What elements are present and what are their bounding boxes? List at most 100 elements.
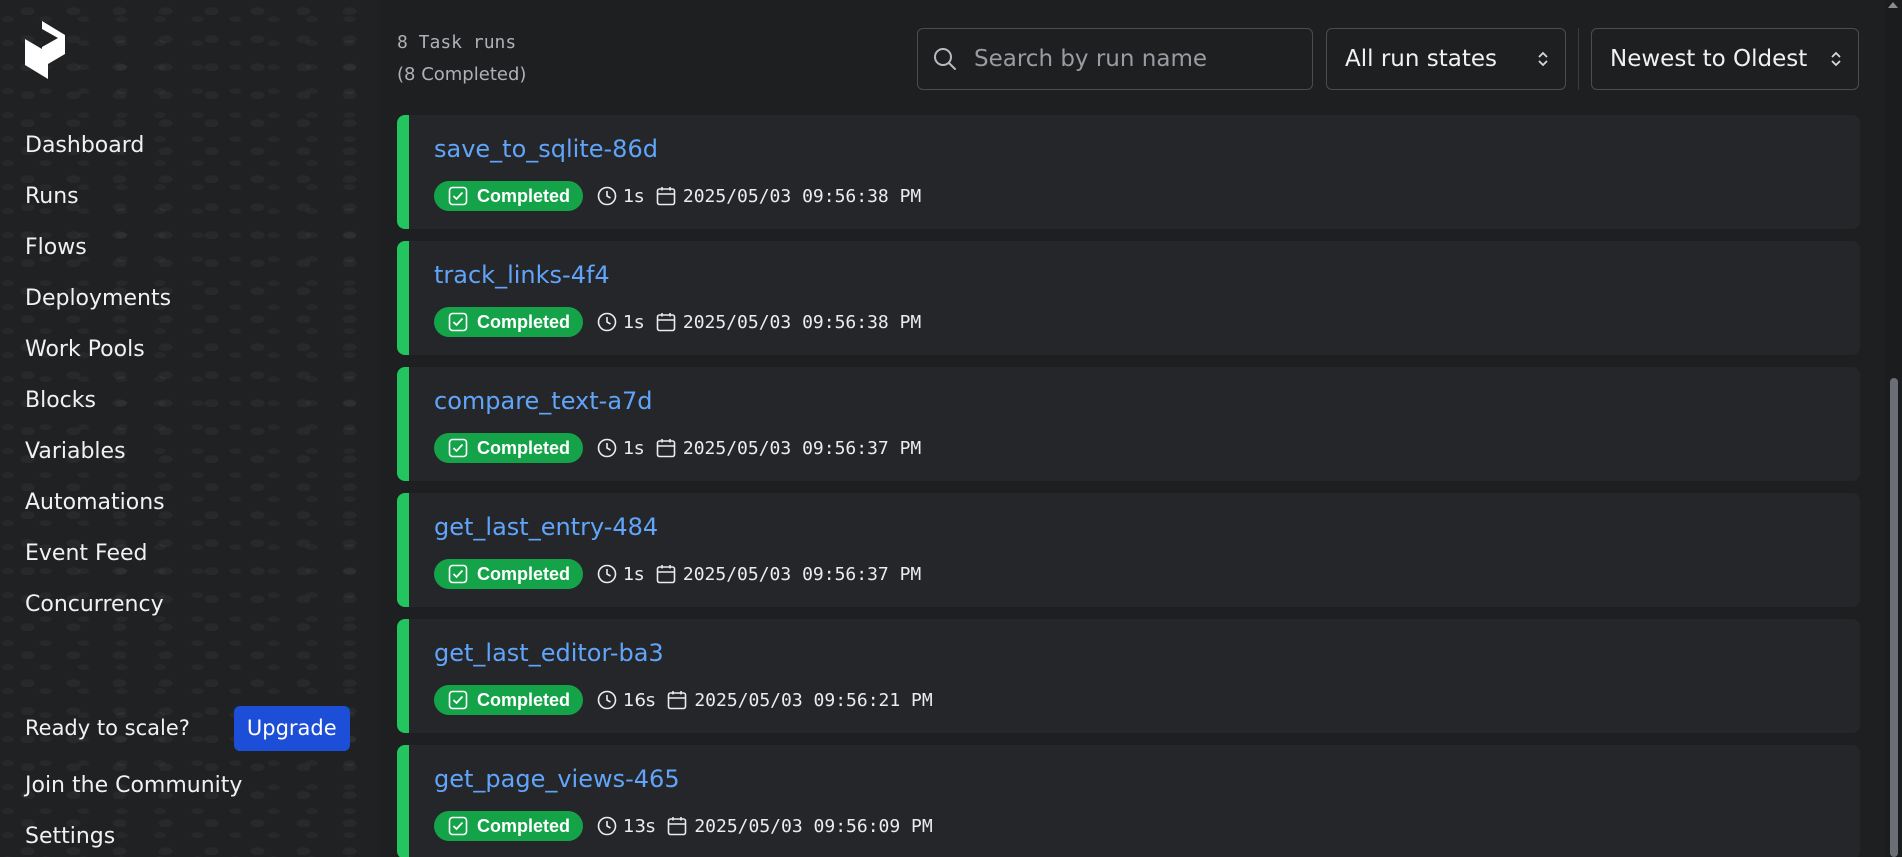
task-run-duration: 1s bbox=[623, 563, 644, 585]
check-square-icon bbox=[448, 816, 468, 836]
sidebar-item-flows[interactable]: Flows bbox=[25, 230, 171, 281]
clock-icon bbox=[597, 816, 617, 836]
task-run-timestamp: 2025/05/03 09:56:21 PM bbox=[694, 689, 933, 711]
task-run-timestamp: 2025/05/03 09:56:09 PM bbox=[694, 815, 933, 837]
state-stripe bbox=[397, 493, 409, 607]
task-run-meta: Completed 1s 2025/05/03 09:56:37 PM bbox=[434, 433, 921, 463]
state-stripe bbox=[397, 367, 409, 481]
calendar-icon bbox=[656, 565, 676, 584]
sidebar-item-blocks[interactable]: Blocks bbox=[25, 383, 171, 434]
search-input[interactable] bbox=[974, 46, 1294, 72]
calendar-icon bbox=[668, 817, 687, 836]
task-run-name-link[interactable]: get_page_views-465 bbox=[434, 765, 680, 793]
status-badge-label: Completed bbox=[477, 185, 571, 206]
check-square-icon bbox=[448, 186, 468, 206]
status-badge: Completed bbox=[434, 559, 584, 589]
check-square-icon bbox=[448, 564, 468, 584]
search-icon bbox=[934, 48, 956, 70]
calendar-icon bbox=[656, 187, 676, 206]
sidebar-item-concurrency[interactable]: Concurrency bbox=[25, 587, 171, 638]
sidebar-item-settings[interactable]: Settings bbox=[25, 824, 115, 849]
toolbar-divider bbox=[1578, 28, 1579, 90]
scrollbar[interactable] bbox=[1885, 0, 1902, 857]
status-badge-label: Completed bbox=[477, 563, 571, 584]
calendar-icon bbox=[668, 691, 687, 710]
scroll-up-arrow-icon[interactable] bbox=[1888, 2, 1898, 8]
check-square-icon bbox=[448, 312, 468, 332]
task-run-meta: Completed 13s 2025/05/03 09:56:09 PM bbox=[434, 811, 933, 841]
state-stripe bbox=[397, 745, 409, 857]
task-run-card[interactable]: compare_text-a7d Completed 1s 2025/05/03… bbox=[397, 367, 1860, 481]
scrollbar-thumb[interactable] bbox=[1890, 378, 1898, 857]
task-run-count: 8 Task runs bbox=[397, 32, 517, 53]
sidebar-item-runs[interactable]: Runs bbox=[25, 179, 171, 230]
task-run-meta: Completed 1s 2025/05/03 09:56:38 PM bbox=[434, 307, 921, 337]
task-run-timestamp: 2025/05/03 09:56:38 PM bbox=[682, 185, 922, 207]
status-badge-label: Completed bbox=[477, 311, 571, 332]
calendar-icon bbox=[656, 313, 676, 332]
upgrade-prompt: Ready to scale? Upgrade bbox=[25, 705, 350, 751]
task-run-card[interactable]: get_last_entry-484 Completed 1s 2025/05/… bbox=[397, 493, 1860, 607]
task-run-duration: 16s bbox=[623, 689, 656, 711]
task-run-card[interactable]: save_to_sqlite-86d Completed 1s 2025/05/… bbox=[397, 115, 1860, 229]
status-badge: Completed bbox=[434, 433, 584, 463]
search-field[interactable] bbox=[917, 28, 1313, 90]
run-state-filter[interactable]: All run states bbox=[1326, 28, 1566, 90]
task-run-card[interactable]: track_links-4f4 Completed 1s 2025/05/03 … bbox=[397, 241, 1860, 355]
clock-icon bbox=[597, 564, 617, 584]
task-runs-panel: 8 Task runs (8 Completed) All run states… bbox=[380, 0, 1885, 857]
task-run-state-summary: (8 Completed) bbox=[397, 64, 527, 85]
task-run-duration: 1s bbox=[623, 311, 644, 333]
check-square-icon bbox=[448, 690, 468, 710]
status-badge-label: Completed bbox=[477, 689, 571, 710]
status-badge: Completed bbox=[434, 181, 584, 211]
chevron-updown-icon bbox=[1831, 51, 1841, 67]
task-run-name-link[interactable]: save_to_sqlite-86d bbox=[434, 135, 658, 163]
prefect-logo-icon[interactable] bbox=[25, 21, 65, 79]
status-badge-label: Completed bbox=[477, 437, 571, 458]
task-run-name-link[interactable]: track_links-4f4 bbox=[434, 261, 610, 289]
state-stripe bbox=[397, 115, 409, 229]
sort-order-select[interactable]: Newest to Oldest bbox=[1591, 28, 1859, 90]
sidebar-item-automations[interactable]: Automations bbox=[25, 485, 171, 536]
task-run-timestamp: 2025/05/03 09:56:37 PM bbox=[682, 437, 922, 459]
sidebar-nav: Dashboard Runs Flows Deployments Work Po… bbox=[25, 128, 171, 638]
task-run-timestamp: 2025/05/03 09:56:38 PM bbox=[682, 311, 922, 333]
sidebar: Dashboard Runs Flows Deployments Work Po… bbox=[0, 0, 380, 857]
task-run-card[interactable]: get_last_editor-ba3 Completed 16s 2025/0… bbox=[397, 619, 1860, 733]
sort-order-value: Newest to Oldest bbox=[1610, 46, 1808, 72]
task-run-timestamp: 2025/05/03 09:56:37 PM bbox=[682, 563, 922, 585]
task-run-card[interactable]: get_page_views-465 Completed 13s 2025/05… bbox=[397, 745, 1860, 857]
sidebar-item-event-feed[interactable]: Event Feed bbox=[25, 536, 171, 587]
status-badge: Completed bbox=[434, 307, 584, 337]
scale-prompt-text: Ready to scale? bbox=[25, 716, 190, 740]
sidebar-item-work-pools[interactable]: Work Pools bbox=[25, 332, 171, 383]
clock-icon bbox=[597, 312, 617, 332]
sidebar-item-deployments[interactable]: Deployments bbox=[25, 281, 171, 332]
sidebar-item-dashboard[interactable]: Dashboard bbox=[25, 128, 171, 179]
task-run-meta: Completed 1s 2025/05/03 09:56:38 PM bbox=[434, 181, 921, 211]
status-badge-label: Completed bbox=[477, 815, 571, 836]
status-badge: Completed bbox=[434, 811, 584, 841]
clock-icon bbox=[597, 690, 617, 710]
status-badge: Completed bbox=[434, 685, 584, 715]
task-run-duration: 1s bbox=[623, 437, 644, 459]
state-stripe bbox=[397, 241, 409, 355]
chevron-updown-icon bbox=[1538, 51, 1548, 67]
join-community-link[interactable]: Join the Community bbox=[25, 773, 242, 798]
calendar-icon bbox=[656, 439, 676, 458]
task-run-meta: Completed 16s 2025/05/03 09:56:21 PM bbox=[434, 685, 933, 715]
clock-icon bbox=[597, 186, 617, 206]
upgrade-button[interactable]: Upgrade bbox=[233, 705, 350, 751]
task-run-meta: Completed 1s 2025/05/03 09:56:37 PM bbox=[434, 559, 921, 589]
sidebar-item-variables[interactable]: Variables bbox=[25, 434, 171, 485]
task-run-duration: 13s bbox=[623, 815, 656, 837]
task-run-duration: 1s bbox=[623, 185, 644, 207]
task-run-name-link[interactable]: get_last_editor-ba3 bbox=[434, 639, 664, 667]
state-stripe bbox=[397, 619, 409, 733]
task-run-name-link[interactable]: compare_text-a7d bbox=[434, 387, 653, 415]
run-state-filter-value: All run states bbox=[1345, 46, 1497, 72]
clock-icon bbox=[597, 438, 617, 458]
check-square-icon bbox=[448, 438, 468, 458]
task-run-name-link[interactable]: get_last_entry-484 bbox=[434, 513, 658, 541]
